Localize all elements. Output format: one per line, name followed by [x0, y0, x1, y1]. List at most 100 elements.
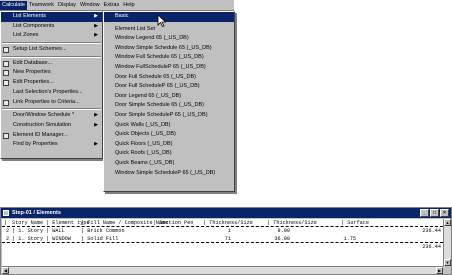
table-cell[interactable]: 71 — [225, 235, 231, 243]
submenu-arrow-icon: ▶ — [94, 112, 98, 119]
list-elements-submenu: Basic Element List Set Window Legend 65 (_… — [103, 11, 235, 192]
menu-item-icon — [3, 47, 9, 54]
menu-item-label: Edit Properties... — [13, 79, 54, 86]
menu-item-label: Link Properties to Criteria... — [13, 98, 80, 105]
menu-item-label: New Properties — [13, 69, 51, 76]
window-titlebar[interactable]: Step-01 / Elements _ □ × — [1, 208, 451, 218]
menu-item-label: List Elements — [13, 13, 47, 19]
table-total-row: 236.44 — [2, 243, 443, 251]
menu-item-label: Construction Simulation — [13, 121, 72, 128]
menu-item-door-window-schedule[interactable]: Door/Window Schedule * ▶ — [1, 111, 102, 121]
menu-item-edit-database[interactable]: Edit Database... — [1, 59, 102, 69]
menu-item-construction-simulation[interactable]: Construction Simulation ▶ — [1, 121, 102, 131]
table-cell[interactable]: 36.00 — [274, 235, 290, 243]
table-cell[interactable]: 2 — [6, 227, 9, 235]
submenu-item[interactable]: Door Full Schedule 65 (_US_DB) — [104, 73, 234, 83]
table-cell[interactable]: | 1. Story — [12, 235, 43, 243]
menu-window[interactable]: Window — [78, 1, 102, 10]
menu-bar: Calculate Teamwork Display Window Extras Help — [0, 0, 234, 11]
column-header[interactable]: Story Name — [12, 219, 43, 227]
menu-item-link-properties-to-criteria[interactable]: Link Properties to Criteria... — [1, 98, 102, 108]
table-cell[interactable]: 1 — [228, 227, 231, 235]
table-cell[interactable]: | 1. Story — [12, 227, 43, 235]
menu-item-icon — [3, 99, 9, 106]
menu-item-label: List Zones — [13, 32, 39, 39]
scroll-down-icon[interactable]: ▼ — [444, 259, 451, 266]
menu-item-edit-properties[interactable]: Edit Properties... — [1, 78, 102, 88]
submenu-item[interactable]: Door Full ScheduleP 65 (_US_DB) — [104, 82, 234, 92]
menu-item-label: Door/Window Schedule * — [13, 112, 75, 119]
menu-item-setup-list-schemes[interactable]: Setup List Schemes... — [1, 45, 102, 55]
maximize-button[interactable]: □ — [430, 209, 439, 217]
column-header[interactable]: | Thickness/Size — [267, 219, 317, 227]
menu-display[interactable]: Display — [56, 1, 78, 10]
submenu-item[interactable]: Quick Objects (_US_DB) — [104, 130, 234, 140]
minimize-button[interactable]: _ — [420, 209, 429, 217]
menu-item-last-selection-s-properties[interactable]: Last Selection's Properties... — [1, 88, 102, 98]
menu-item-label: List Components — [13, 22, 55, 29]
table-cell[interactable]: | Brick Common — [81, 227, 125, 235]
table-row: 2 | 1. Story | WALL | Brick Common 1 8.00 236.… — [2, 227, 443, 235]
menu-item-label: Element ID Manager... — [13, 131, 68, 138]
menu-item-new-properties[interactable]: New Properties — [1, 68, 102, 78]
scroll-up-icon[interactable]: ▲ — [444, 219, 451, 226]
column-header[interactable]: | Section Pen — [153, 219, 193, 227]
surface-total: 236.44 — [422, 244, 441, 250]
table-cell[interactable]: | WINDOW — [46, 235, 71, 243]
submenu-item[interactable]: Element List Set — [104, 25, 234, 35]
submenu-item[interactable]: Window Simple ScheduleP 65 (_US_DB) — [104, 169, 234, 179]
submenu-item[interactable]: Quick Walls (_US_DB) — [104, 121, 234, 131]
submenu-item[interactable]: Basic — [104, 12, 234, 22]
submenu-item[interactable]: Quick Floors (_US_DB) — [104, 140, 234, 150]
menu-item-find-by-properties[interactable]: Find by Properties ▶ — [1, 140, 102, 150]
table-cell[interactable]: 2 — [6, 235, 9, 243]
submenu-arrow-icon: ▶ — [94, 32, 98, 39]
table-cell[interactable]: 236.44 — [422, 227, 441, 235]
menu-item-icon — [3, 80, 9, 87]
menu-extras[interactable]: Extras — [102, 1, 122, 10]
submenu-arrow-icon: ▶ — [94, 121, 98, 128]
submenu-item[interactable]: Quick Roofs (_US_DB) — [104, 149, 234, 159]
table-cell[interactable]: 1.75 — [344, 235, 356, 243]
submenu-item[interactable]: Window Simple Schedule 65 (_US_DB) — [104, 44, 234, 54]
menu-item-list-zones[interactable]: List Zones ▶ — [1, 31, 102, 41]
column-header[interactable]: | Thickness/Size — [203, 219, 253, 227]
menu-item-label: Find by Properties — [13, 141, 58, 148]
submenu-item[interactable]: Window FullScheduleP 65 (_US_DB) — [104, 63, 234, 73]
vertical-scrollbar[interactable]: ▲ ▼ — [443, 219, 451, 266]
submenu-item[interactable]: Window Legend 65 (_US_DB) — [104, 34, 234, 44]
menu-help[interactable]: Help — [121, 1, 136, 10]
menu-item-icon — [3, 60, 9, 67]
column-header[interactable]: | — [4, 219, 7, 227]
menu-item-icon — [3, 132, 9, 139]
submenu-arrow-icon: ▶ — [94, 141, 98, 148]
scroll-right-icon[interactable]: ▶ — [436, 267, 443, 274]
window-icon — [3, 210, 9, 216]
menu-teamwork[interactable]: Teamwork — [27, 1, 56, 10]
table-cell[interactable]: | Solid Fill — [81, 235, 118, 243]
horizontal-scrollbar[interactable]: ◀ ▶ — [2, 266, 443, 274]
submenu-item[interactable]: Quick Beams (_US_DB) — [104, 159, 234, 169]
window-title: Step-01 / Elements — [12, 210, 61, 216]
menu-item-list-components[interactable]: List Components ▶ — [1, 22, 102, 32]
scroll-left-icon[interactable]: ◀ — [2, 267, 9, 274]
menu-item-list-elements[interactable]: List Elements ▶ — [1, 12, 102, 22]
menu-item-icon — [3, 70, 9, 77]
submenu-item[interactable]: Window Full Schedule 65 (_US_DB) — [104, 53, 234, 63]
column-header[interactable]: | Surface — [341, 219, 369, 227]
submenu-item[interactable]: Door Legend 65 (_US_DB) — [104, 92, 234, 102]
submenu-arrow-icon: ▶ — [94, 13, 98, 19]
menu-item-label: Setup List Schemes... — [13, 46, 67, 53]
menu-item-element-id-manager[interactable]: Element ID Manager... — [1, 131, 102, 141]
table-cell[interactable]: 8.00 — [278, 227, 290, 235]
table-header-row: | Story Name | Element type | Fill Name / C… — [2, 219, 443, 227]
calculate-menu: List Elements ▶ List Components ▶ List Zones… — [0, 11, 103, 159]
table-cell[interactable]: | WALL — [46, 227, 65, 235]
menu-item-label: Last Selection's Properties... — [13, 88, 83, 95]
menu-calculate[interactable]: Calculate — [0, 0, 27, 10]
submenu-item[interactable]: Door Simple ScheduleP 65 (_US_DB) — [104, 111, 234, 121]
schedule-window: Step-01 / Elements _ □ × | Story Name | El… — [0, 207, 452, 275]
menu-item-label: Edit Database... — [13, 59, 53, 66]
close-button[interactable]: × — [440, 209, 449, 217]
submenu-item[interactable]: Door Simple Schedule 65 (_US_DB) — [104, 101, 234, 111]
